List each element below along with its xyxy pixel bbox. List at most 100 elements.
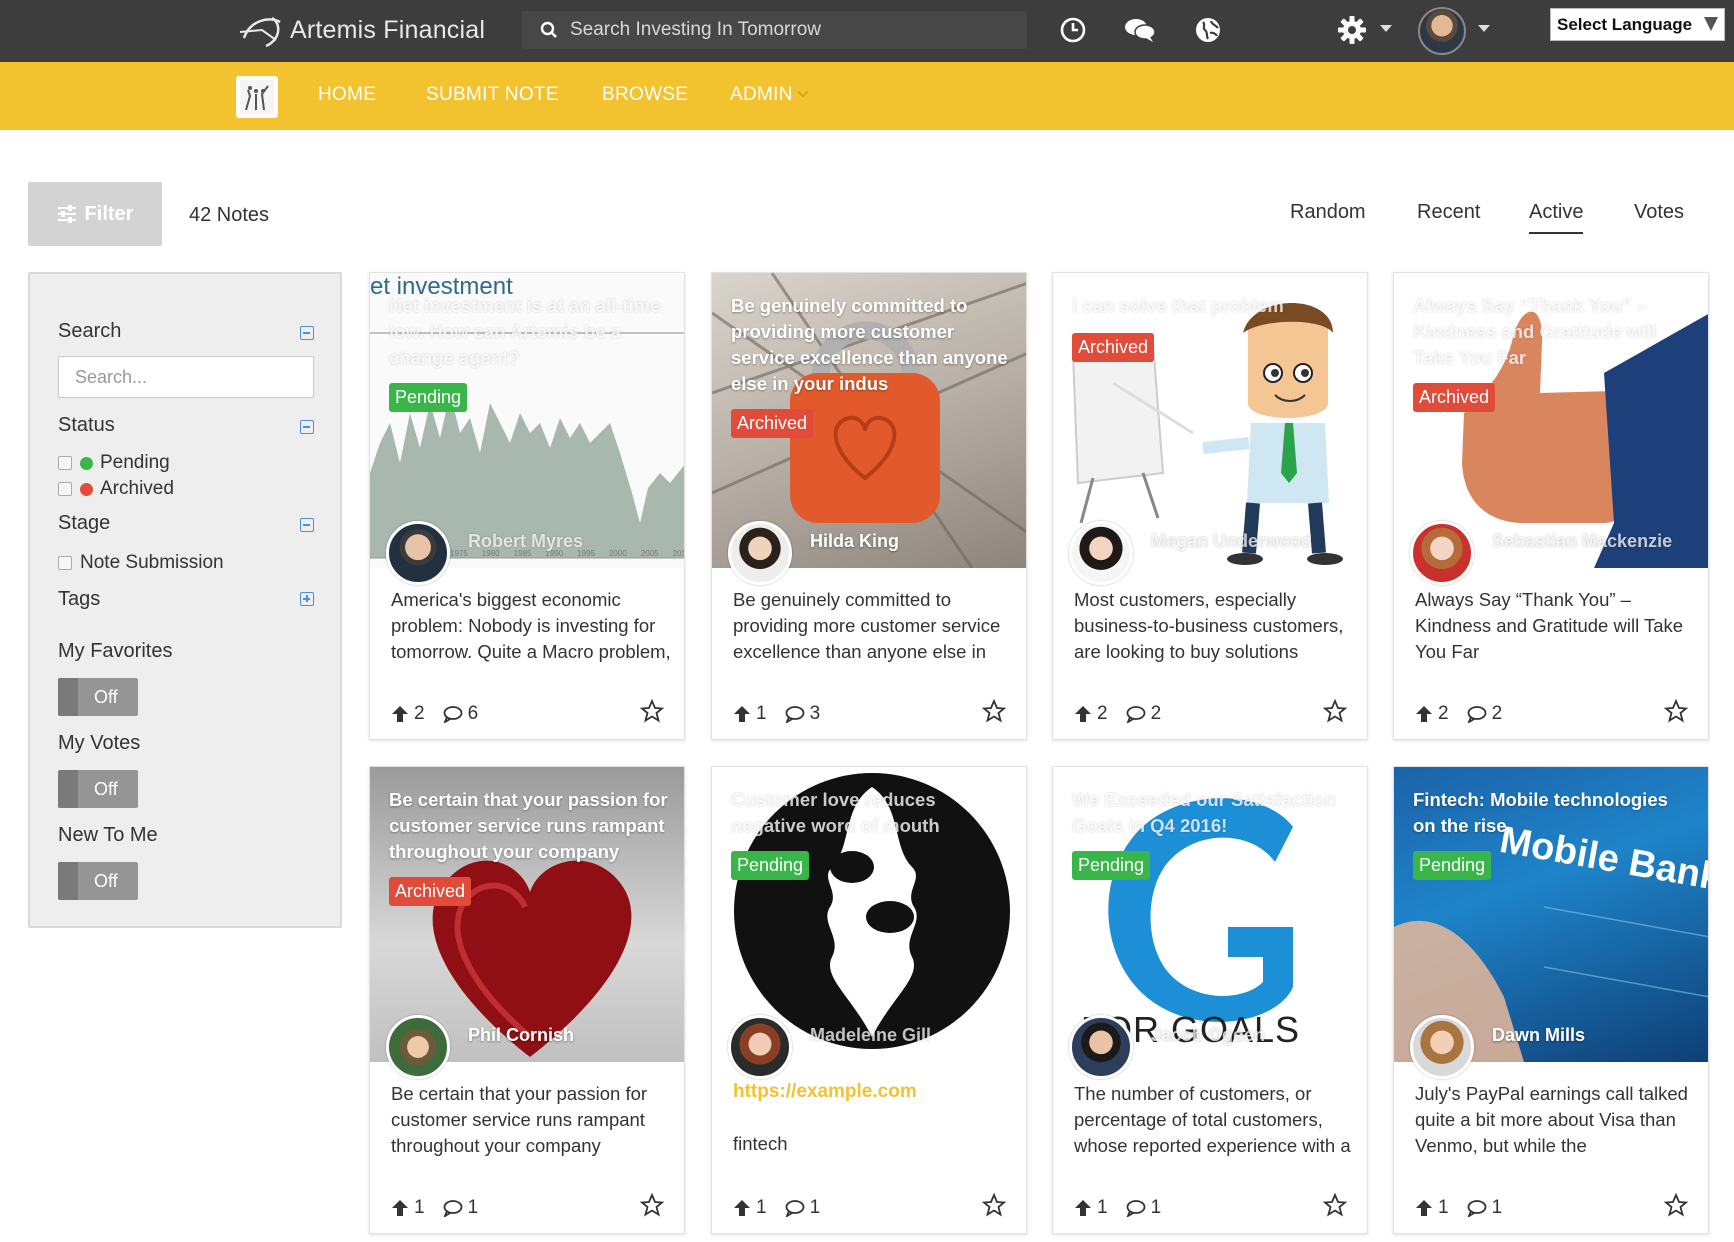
note-body: America's biggest economic problem: Nobo… xyxy=(391,589,671,662)
sort-tab-recent[interactable]: Recent xyxy=(1417,201,1480,224)
checkbox[interactable] xyxy=(58,556,72,570)
chevron-down-icon xyxy=(1704,17,1718,31)
status-badge: Archived xyxy=(389,877,472,906)
note-author[interactable]: Sebastian Mackenzie xyxy=(1492,531,1672,552)
nav-submit-note[interactable]: SUBMIT NOTE xyxy=(426,84,559,106)
avatar[interactable] xyxy=(386,521,450,585)
collapse-status-icon[interactable] xyxy=(300,420,314,434)
note-card[interactable]: Customer love reduces negative word of m… xyxy=(711,766,1027,1234)
note-tag[interactable]: fintech xyxy=(733,1133,788,1155)
favorite-star-icon[interactable] xyxy=(640,699,664,723)
avatar[interactable] xyxy=(386,1015,450,1079)
avatar[interactable] xyxy=(1069,1015,1133,1079)
note-card[interactable]: I can solve that problem Archived Megan … xyxy=(1052,272,1368,740)
status-badge: Archived xyxy=(731,409,814,438)
favorite-star-icon[interactable] xyxy=(1664,699,1688,723)
favorites-toggle[interactable]: Off xyxy=(58,678,138,716)
note-author[interactable]: Dawn Mills xyxy=(1492,1025,1585,1046)
note-author[interactable]: Phil Cornish xyxy=(468,1025,574,1046)
search-icon xyxy=(540,21,557,38)
settings-caret-icon[interactable] xyxy=(1380,25,1392,32)
filter-sidebar: Search Status Pending Archived Stage Not… xyxy=(28,272,342,928)
note-image-title: Fintech: Mobile technologies on the rise xyxy=(1413,789,1668,836)
app-logo[interactable]: Artemis Financial xyxy=(236,10,485,50)
favorite-star-icon[interactable] xyxy=(982,699,1006,723)
favorite-star-icon[interactable] xyxy=(982,1193,1006,1217)
avatar[interactable] xyxy=(1069,521,1133,585)
avatar[interactable] xyxy=(1410,1015,1474,1079)
filter-button[interactable]: Filter xyxy=(28,182,162,246)
note-card[interactable]: Mobile Bankin Fintech: Mobile technologi… xyxy=(1393,766,1709,1234)
note-author[interactable]: Hilda King xyxy=(810,531,899,552)
note-stats: 1 1 xyxy=(1415,1197,1502,1219)
comment-icon[interactable] xyxy=(1467,705,1487,723)
note-author[interactable]: Robert Myres xyxy=(468,531,583,552)
sort-tab-random[interactable]: Random xyxy=(1290,201,1366,224)
collapse-search-icon[interactable] xyxy=(300,326,314,340)
favorites-heading: My Favorites xyxy=(58,640,173,662)
note-card[interactable]: et investment 1975 1980 1985 1990 1995 2000 20… xyxy=(369,272,685,740)
comment-icon[interactable] xyxy=(1126,1199,1146,1217)
upvote-icon[interactable] xyxy=(1415,1199,1433,1217)
note-author[interactable]: Jacob Ogden xyxy=(1151,1025,1265,1046)
globe-icon[interactable] xyxy=(1192,14,1224,46)
note-body: The number of customers, or percentage o… xyxy=(1074,1083,1351,1156)
comment-icon[interactable] xyxy=(443,1199,463,1217)
upvote-icon[interactable] xyxy=(391,1199,409,1217)
nav-logo-icon[interactable] xyxy=(236,76,278,118)
avatar[interactable] xyxy=(728,521,792,585)
user-menu-caret-icon[interactable] xyxy=(1478,25,1490,32)
note-link[interactable]: https://example.com xyxy=(733,1081,917,1103)
nav-home[interactable]: HOME xyxy=(318,84,376,106)
sort-tab-votes[interactable]: Votes xyxy=(1634,201,1684,224)
nav-admin[interactable]: ADMIN xyxy=(730,84,809,106)
upvote-icon[interactable] xyxy=(1415,705,1433,723)
favorite-star-icon[interactable] xyxy=(640,1193,664,1217)
upvote-icon[interactable] xyxy=(1074,705,1092,723)
new-to-me-toggle[interactable]: Off xyxy=(58,862,138,900)
checkbox[interactable] xyxy=(58,456,72,470)
status-archived-checkbox[interactable]: Archived xyxy=(58,478,174,500)
global-search-input[interactable] xyxy=(570,19,990,41)
collapse-stage-icon[interactable] xyxy=(300,518,314,532)
upvote-icon[interactable] xyxy=(391,705,409,723)
gear-icon[interactable] xyxy=(1336,14,1368,46)
chat-icon[interactable] xyxy=(1124,14,1156,46)
avatar[interactable] xyxy=(1410,521,1474,585)
upvote-icon[interactable] xyxy=(1074,1199,1092,1217)
favorite-star-icon[interactable] xyxy=(1323,1193,1347,1217)
sidebar-search-input[interactable] xyxy=(58,356,314,398)
stage-note-submission-checkbox[interactable]: Note Submission xyxy=(58,552,224,574)
note-stats: 1 1 xyxy=(1074,1197,1161,1219)
note-card[interactable]: FOR GOALS We Exceeded our Satisfaction G… xyxy=(1052,766,1368,1234)
status-pending-checkbox[interactable]: Pending xyxy=(58,452,170,474)
note-stats: 1 1 xyxy=(391,1197,478,1219)
expand-tags-icon[interactable] xyxy=(300,592,314,606)
nav-browse[interactable]: BROWSE xyxy=(602,84,688,106)
avatar[interactable] xyxy=(728,1015,792,1079)
note-card[interactable]: Always Say “Thank You” – Kindness and Gr… xyxy=(1393,272,1709,740)
comment-icon[interactable] xyxy=(785,705,805,723)
favorite-star-icon[interactable] xyxy=(1323,699,1347,723)
global-search[interactable] xyxy=(522,11,1027,49)
comment-icon[interactable] xyxy=(785,1199,805,1217)
upvote-icon[interactable] xyxy=(733,1199,751,1217)
comment-icon[interactable] xyxy=(1126,705,1146,723)
note-stats: 1 3 xyxy=(733,703,820,725)
sort-tab-active[interactable]: Active xyxy=(1529,201,1584,234)
note-card[interactable]: Be genuinely committed to providing more… xyxy=(711,272,1027,740)
favorite-star-icon[interactable] xyxy=(1664,1193,1688,1217)
note-author[interactable]: Megan Underwood xyxy=(1151,531,1312,552)
history-icon[interactable] xyxy=(1057,14,1089,46)
note-card[interactable]: Be certain that your passion for custome… xyxy=(369,766,685,1234)
upvote-icon[interactable] xyxy=(733,705,751,723)
artemis-logo-icon xyxy=(239,16,281,48)
language-select[interactable]: Select Language xyxy=(1550,8,1725,41)
pending-dot-icon xyxy=(80,456,93,470)
comment-icon[interactable] xyxy=(1467,1199,1487,1217)
checkbox[interactable] xyxy=(58,482,72,496)
comment-icon[interactable] xyxy=(443,705,463,723)
user-avatar[interactable] xyxy=(1418,7,1466,55)
note-author[interactable]: Madeleine Gill xyxy=(810,1025,931,1046)
votes-toggle[interactable]: Off xyxy=(58,770,138,808)
